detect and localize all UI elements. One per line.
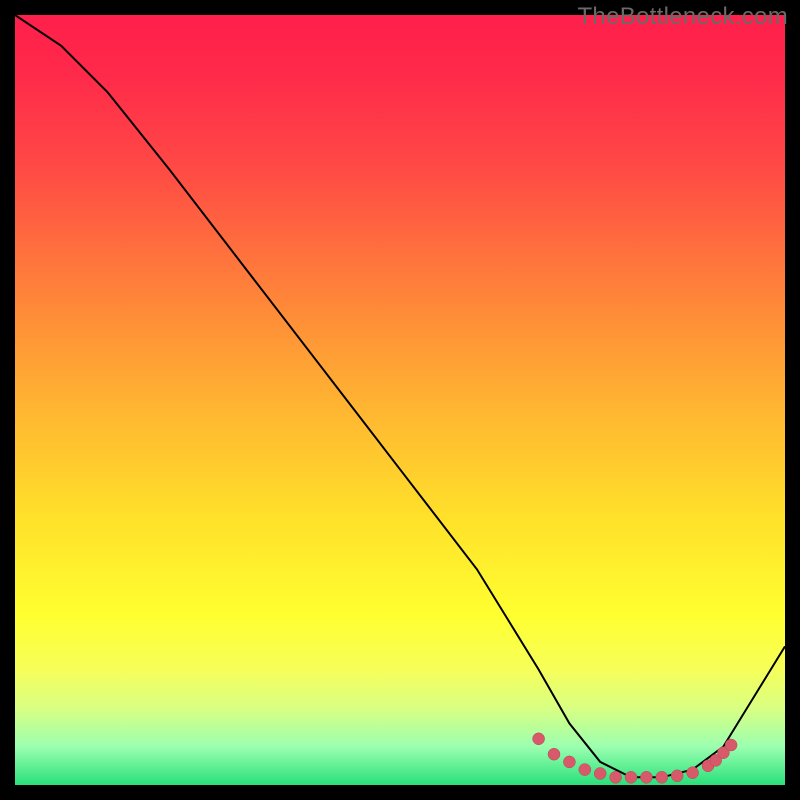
plot-background — [15, 15, 785, 785]
watermark-text: TheBottleneck.com — [577, 3, 788, 31]
chart-stage: TheBottleneck.com — [0, 0, 800, 800]
